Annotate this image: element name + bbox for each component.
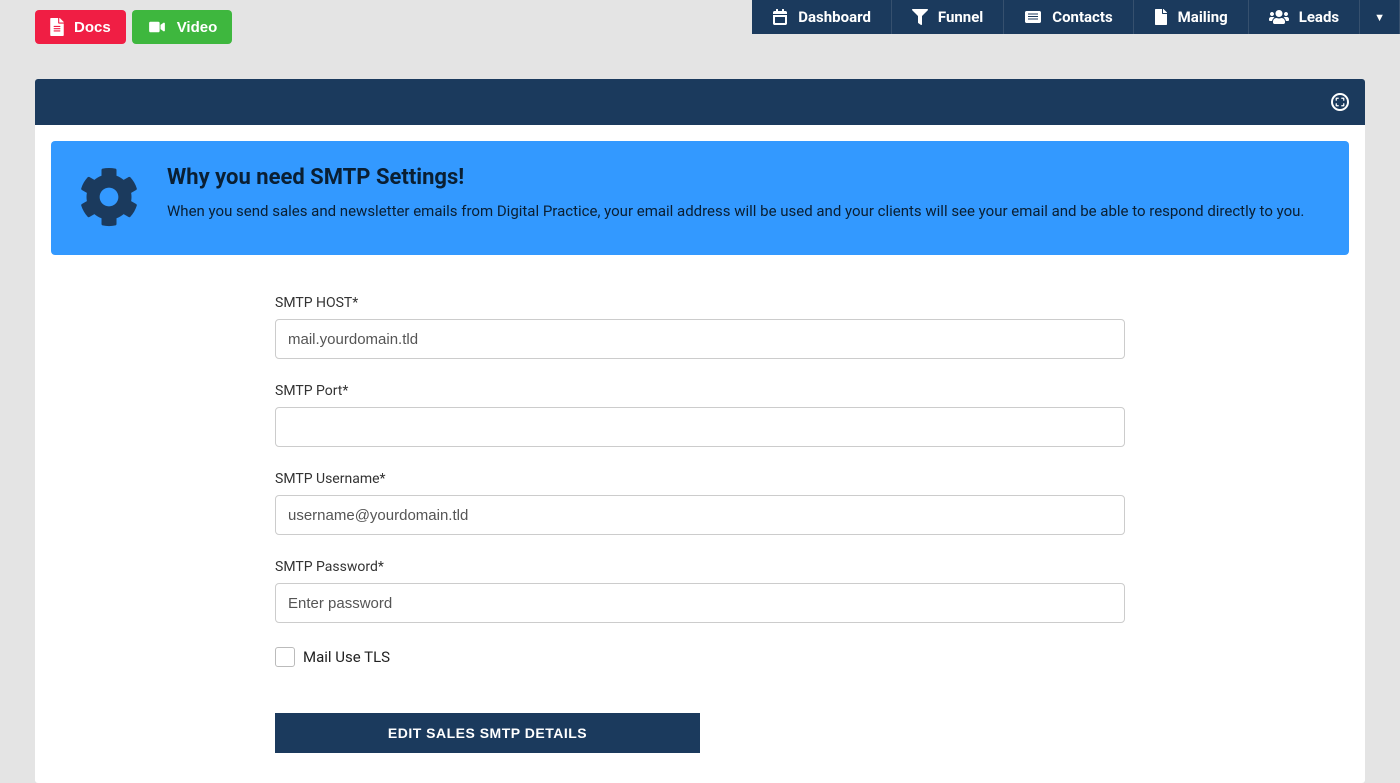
panel-body: Why you need SMTP Settings! When you sen… bbox=[35, 125, 1365, 783]
nav-more[interactable]: ▼ bbox=[1360, 0, 1400, 34]
smtp-host-label: SMTP HOST* bbox=[275, 295, 1125, 311]
info-banner-text: Why you need SMTP Settings! When you sen… bbox=[167, 165, 1304, 223]
contacts-icon bbox=[1024, 9, 1042, 25]
gear-icon bbox=[79, 165, 139, 231]
info-banner: Why you need SMTP Settings! When you sen… bbox=[51, 141, 1349, 255]
file-icon bbox=[50, 18, 64, 36]
nav-dashboard-label: Dashboard bbox=[798, 8, 871, 26]
panel-header bbox=[35, 79, 1365, 125]
smtp-username-label: SMTP Username* bbox=[275, 471, 1125, 487]
nav-dashboard[interactable]: Dashboard bbox=[752, 0, 892, 34]
tls-checkbox[interactable] bbox=[275, 647, 295, 667]
expand-icon bbox=[1335, 97, 1345, 107]
smtp-password-input[interactable] bbox=[275, 583, 1125, 623]
nav-mailing-label: Mailing bbox=[1178, 8, 1228, 26]
smtp-password-label: SMTP Password* bbox=[275, 559, 1125, 575]
nav-leads[interactable]: Leads bbox=[1249, 0, 1360, 34]
info-banner-body: When you send sales and newsletter email… bbox=[167, 200, 1304, 223]
smtp-port-input[interactable] bbox=[275, 407, 1125, 447]
smtp-username-input[interactable] bbox=[275, 495, 1125, 535]
funnel-icon bbox=[912, 9, 928, 25]
smtp-form: SMTP HOST* SMTP Port* SMTP Username* SMT… bbox=[265, 295, 1135, 753]
docs-button-label: Docs bbox=[74, 19, 111, 36]
leads-icon bbox=[1269, 9, 1289, 25]
expand-button[interactable] bbox=[1331, 93, 1349, 111]
video-button[interactable]: Video bbox=[132, 10, 233, 44]
info-banner-title: Why you need SMTP Settings! bbox=[167, 165, 1304, 190]
caret-down-icon: ▼ bbox=[1374, 11, 1385, 24]
nav-funnel-label: Funnel bbox=[938, 8, 983, 26]
nav-leads-label: Leads bbox=[1299, 8, 1339, 26]
tls-checkbox-label: Mail Use TLS bbox=[303, 648, 390, 666]
mailing-icon bbox=[1154, 9, 1168, 25]
calendar-icon bbox=[772, 9, 788, 25]
smtp-port-label: SMTP Port* bbox=[275, 383, 1125, 399]
top-nav: Dashboard Funnel Contacts Mailing Leads bbox=[752, 0, 1400, 34]
nav-contacts[interactable]: Contacts bbox=[1004, 0, 1133, 34]
top-buttons: Docs Video bbox=[35, 10, 232, 44]
video-button-label: Video bbox=[177, 19, 218, 36]
nav-mailing[interactable]: Mailing bbox=[1134, 0, 1249, 34]
smtp-host-input[interactable] bbox=[275, 319, 1125, 359]
video-icon bbox=[147, 20, 167, 34]
edit-smtp-button[interactable]: EDIT SALES SMTP DETAILS bbox=[275, 713, 700, 753]
nav-contacts-label: Contacts bbox=[1052, 8, 1112, 26]
nav-funnel[interactable]: Funnel bbox=[892, 0, 1004, 34]
docs-button[interactable]: Docs bbox=[35, 10, 126, 44]
